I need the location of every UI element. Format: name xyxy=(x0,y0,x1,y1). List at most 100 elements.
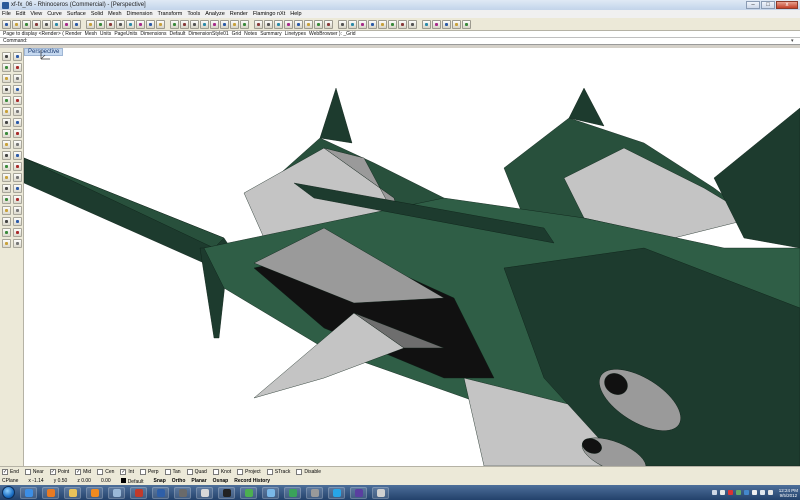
osnap-end[interactable]: ✓ End xyxy=(2,469,19,475)
command-prompt[interactable]: Command: ▾ xyxy=(0,38,800,45)
light-icon[interactable] xyxy=(274,19,283,29)
menu-tools[interactable]: Tools xyxy=(187,11,200,17)
menu-flamingo[interactable]: Flamingo nXt xyxy=(253,11,285,17)
arc-icon[interactable] xyxy=(13,74,22,83)
osnap-project[interactable]: Project xyxy=(237,469,261,475)
minimize-button[interactable]: – xyxy=(746,1,760,9)
point-icon[interactable] xyxy=(13,52,22,61)
close-button[interactable]: x xyxy=(776,1,798,9)
open-icon[interactable] xyxy=(12,19,21,29)
scale-icon[interactable] xyxy=(13,173,22,182)
menu-analyze[interactable]: Analyze xyxy=(205,11,225,17)
hide-icon[interactable] xyxy=(13,217,22,226)
camera-icon[interactable] xyxy=(264,19,273,29)
history-icon[interactable] xyxy=(338,19,347,29)
cplane-label[interactable]: CPlane xyxy=(2,478,18,484)
checkbox[interactable] xyxy=(186,469,193,475)
line-icon[interactable] xyxy=(13,63,22,72)
dimension-icon[interactable] xyxy=(2,239,11,248)
properties-icon[interactable] xyxy=(200,19,209,29)
menu-edit[interactable]: Edit xyxy=(16,11,25,17)
environment-icon[interactable] xyxy=(254,19,263,29)
options-icon[interactable] xyxy=(462,19,471,29)
layer-icon[interactable] xyxy=(13,228,22,237)
record-history-toggle[interactable]: Record History xyxy=(234,478,270,484)
ghosted-icon[interactable] xyxy=(378,19,387,29)
checkbox[interactable] xyxy=(24,469,31,475)
rendered-icon[interactable] xyxy=(368,19,377,29)
freeform-icon[interactable] xyxy=(2,107,11,116)
menu-transform[interactable]: Transform xyxy=(158,11,183,17)
checkbox[interactable] xyxy=(164,469,171,475)
taskbar-ie[interactable] xyxy=(20,486,37,499)
split-icon[interactable] xyxy=(13,195,22,204)
material-icon[interactable] xyxy=(240,19,249,29)
join-icon[interactable] xyxy=(2,206,11,215)
chevron-down-icon[interactable]: ▾ xyxy=(791,39,796,44)
box-icon[interactable] xyxy=(2,129,11,138)
hatch-icon[interactable] xyxy=(432,19,441,29)
checkbox[interactable] xyxy=(97,469,104,475)
taskbar-tool[interactable] xyxy=(306,486,323,499)
rotate-icon[interactable] xyxy=(2,173,11,182)
grid-icon[interactable] xyxy=(180,19,189,29)
wireframe-icon[interactable] xyxy=(348,19,357,29)
taskbar-paint[interactable] xyxy=(196,486,213,499)
taskbar-green-app[interactable] xyxy=(284,486,301,499)
osnap-int[interactable]: ✓ Int xyxy=(120,469,134,475)
osnap-perp[interactable]: Perp xyxy=(139,469,159,475)
dimension-icon[interactable] xyxy=(422,19,431,29)
osnap-quad[interactable]: Quad xyxy=(186,469,207,475)
lock-icon[interactable] xyxy=(2,228,11,237)
zoom-selected-icon[interactable] xyxy=(146,19,155,29)
checkbox[interactable] xyxy=(296,469,303,475)
taskbar-photoshop[interactable] xyxy=(152,486,169,499)
taskbar-notepad[interactable] xyxy=(262,486,279,499)
osnap-near[interactable]: Near xyxy=(24,469,44,475)
start-button[interactable] xyxy=(2,486,15,499)
ellipse-icon[interactable] xyxy=(13,85,22,94)
new-icon[interactable] xyxy=(2,19,11,29)
tray-app-icon[interactable] xyxy=(719,490,725,495)
osnap-disable[interactable]: Disable xyxy=(296,469,321,475)
curve-icon[interactable] xyxy=(2,74,11,83)
checkbox[interactable]: ✓ xyxy=(2,469,8,475)
checkbox[interactable]: ✓ xyxy=(120,469,127,475)
sun-icon[interactable] xyxy=(230,19,239,29)
ortho-toggle[interactable]: Ortho xyxy=(172,478,186,484)
shaded-icon[interactable] xyxy=(358,19,367,29)
taskbar-photos[interactable] xyxy=(108,486,125,499)
osnap-point[interactable]: ✓ Point xyxy=(49,469,69,475)
cylinder-icon[interactable] xyxy=(2,140,11,149)
text-icon[interactable] xyxy=(13,239,22,248)
checkbox[interactable]: ✓ xyxy=(75,469,82,475)
menu-solid[interactable]: Solid xyxy=(91,11,103,17)
osnap-mid[interactable]: ✓ Mid xyxy=(75,469,91,475)
taskbar-media[interactable] xyxy=(86,486,103,499)
zoom-window-icon[interactable] xyxy=(126,19,135,29)
checkbox[interactable]: ✓ xyxy=(49,469,56,475)
checkbox[interactable] xyxy=(212,469,219,475)
taskbar-viewer[interactable] xyxy=(350,486,367,499)
select-icon[interactable] xyxy=(2,52,11,61)
volume-icon[interactable] xyxy=(767,490,773,495)
block-icon[interactable] xyxy=(442,19,451,29)
taskbar-chrome[interactable] xyxy=(240,486,257,499)
explode-icon[interactable] xyxy=(13,206,22,215)
perspective-viewport[interactable]: Perspective xyxy=(24,48,800,466)
menu-render[interactable]: Render xyxy=(230,11,248,17)
move-icon[interactable] xyxy=(2,162,11,171)
undo-view-icon[interactable] xyxy=(156,19,165,29)
cut-icon[interactable] xyxy=(42,19,51,29)
fillet-icon[interactable] xyxy=(13,107,22,116)
redo-icon[interactable] xyxy=(86,19,95,29)
taskbar-app-s[interactable] xyxy=(218,486,235,499)
polygon-icon[interactable] xyxy=(13,96,22,105)
system-clock[interactable]: 12:24 PM 9/5/2012 xyxy=(779,488,798,498)
sphere-icon[interactable] xyxy=(13,129,22,138)
print-icon[interactable] xyxy=(32,19,41,29)
osnap-tan[interactable]: Tan xyxy=(164,469,181,475)
menu-surface[interactable]: Surface xyxy=(67,11,86,17)
cone-icon[interactable] xyxy=(13,140,22,149)
copy-icon[interactable] xyxy=(52,19,61,29)
